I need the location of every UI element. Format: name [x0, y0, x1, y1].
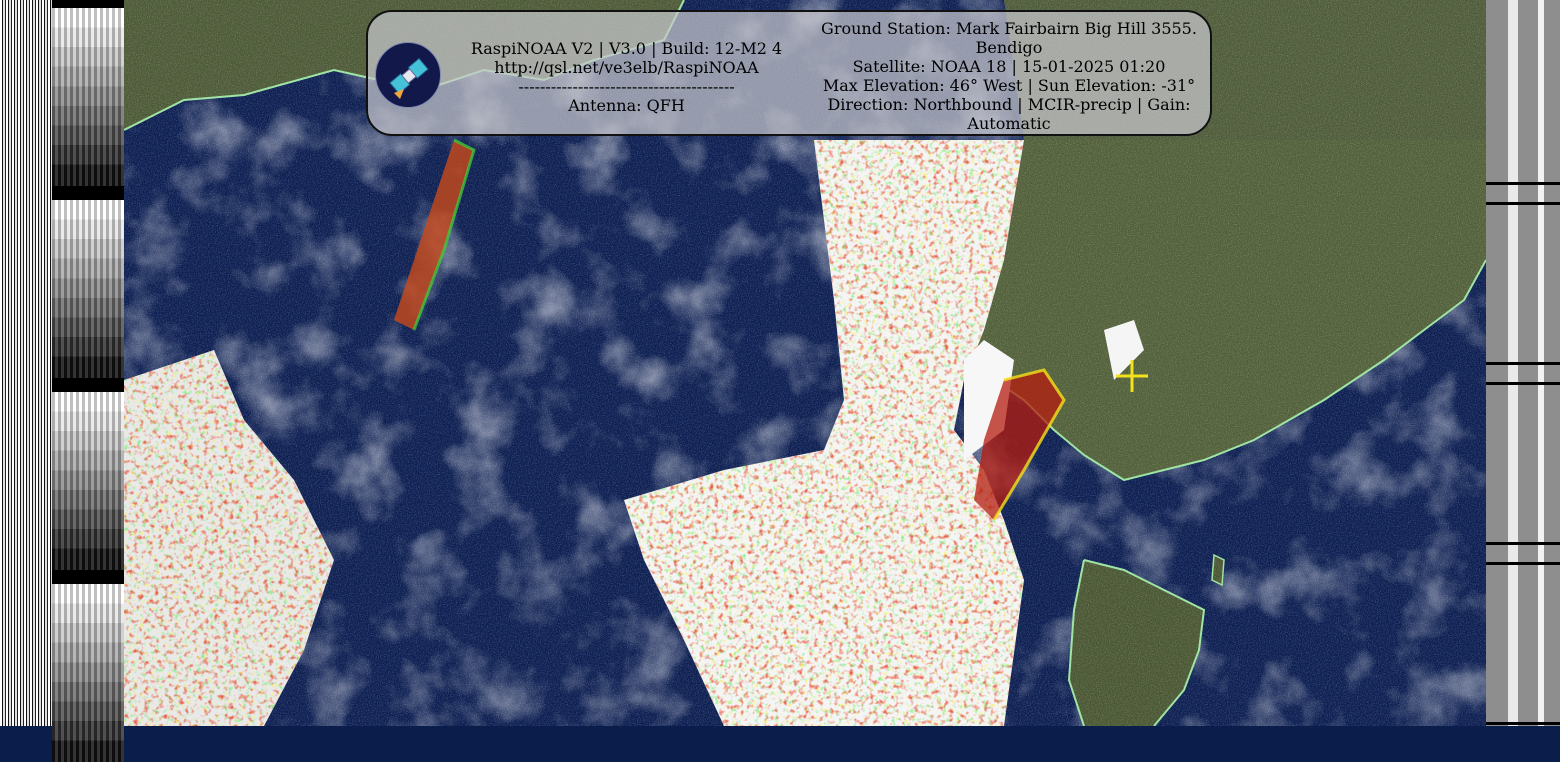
direction-info: Direction: Northbound | MCIR-precip | Ga…: [827, 95, 1191, 133]
software-info: RaspiNOAA V2 | V3.0 | Build: 12-M2 4 htt…: [458, 39, 795, 115]
right-telemetry-strip: [1486, 0, 1560, 726]
left-telemetry-noise: [0, 0, 52, 726]
satellite-pass: Satellite: NOAA 18 | 15-01-2025 01:20: [852, 57, 1166, 76]
ground-station: Ground Station: Mark Fairbairn Big Hill …: [821, 19, 1197, 57]
software-version: RaspiNOAA V2 | V3.0 | Build: 12-M2 4: [470, 39, 783, 58]
grey-wedge: [52, 392, 124, 570]
separator-line: ----------------------------------------: [518, 77, 735, 96]
satellite-icon: [375, 42, 441, 108]
antenna-info: Antenna: QFH: [568, 96, 685, 115]
grey-wedge: [52, 584, 124, 762]
left-telemetry-wedges: [52, 0, 124, 762]
elevation-info: Max Elevation: 46° West | Sun Elevation:…: [822, 76, 1196, 95]
project-url: http://qsl.net/ve3elb/RaspiNOAA: [494, 58, 759, 77]
grey-wedge: [52, 200, 124, 378]
grey-wedge: [52, 8, 124, 186]
pass-info: Ground Station: Mark Fairbairn Big Hill …: [816, 19, 1202, 133]
info-overlay: RaspiNOAA V2 | V3.0 | Build: 12-M2 4 htt…: [366, 10, 1212, 136]
